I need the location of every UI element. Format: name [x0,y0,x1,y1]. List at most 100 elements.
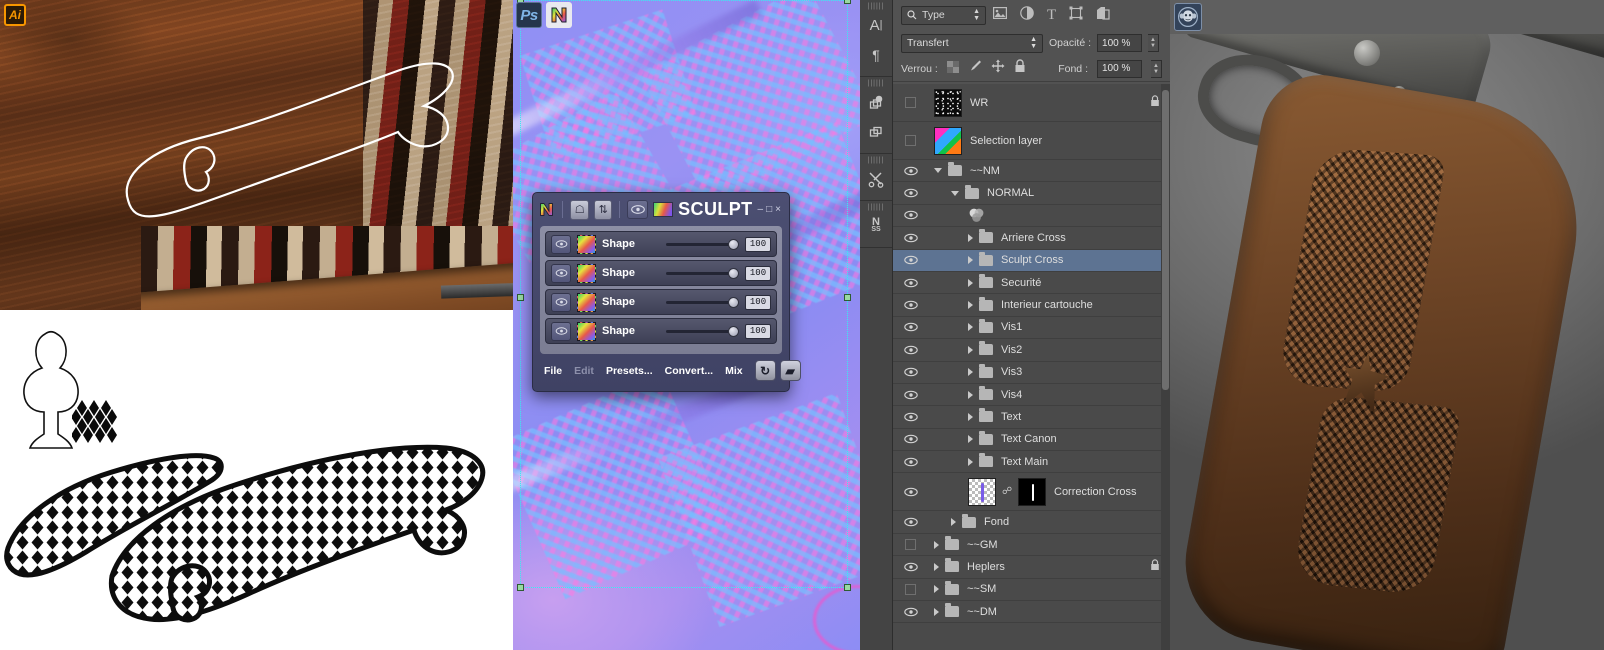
layer-content[interactable] [968,318,993,333]
layer-thumbnail[interactable] [934,88,962,117]
slider-knob[interactable] [728,296,739,308]
layer-row[interactable]: WR [893,84,1170,122]
layer-content[interactable]: ☍ [968,477,1046,506]
checkered-grip-artwork[interactable] [0,430,513,650]
layer-row[interactable]: Vis2 [893,339,1170,362]
shape-row[interactable]: Shape 100 [545,289,777,315]
layer-row[interactable]: ~~DM [893,601,1170,624]
layer-row[interactable]: ~~SM [893,579,1170,602]
layer-disclosure-triangle[interactable] [934,585,939,594]
layer-row[interactable]: NORMAL [893,182,1170,205]
sculpt-title-bar[interactable]: ☖ ⇅ SCULPT – □ × [533,193,789,226]
layer-visibility-toggle[interactable] [893,210,928,220]
duplicate-icon[interactable] [860,117,892,147]
layer-content[interactable] [968,386,993,401]
layer-content[interactable] [951,513,976,528]
layer-content[interactable] [968,274,993,289]
adjustment-layer-icon[interactable] [968,207,985,224]
layer-mask-link-icon[interactable]: ☍ [1002,486,1012,497]
fill-stepper[interactable]: ▲ ▼ [1151,59,1162,78]
layer-lock-icon[interactable] [1150,559,1160,574]
all-lock-icon[interactable] [1014,59,1026,78]
layer-disclosure-triangle[interactable] [968,278,973,287]
layer-visibility-toggle[interactable] [893,434,928,444]
smartobject-filter-icon[interactable] [1096,6,1110,25]
layer-thumbnail[interactable] [934,126,962,155]
layer-disclosure-triangle[interactable] [968,390,973,399]
shape-visibility-icon[interactable] [551,321,571,341]
layer-visibility-toggle[interactable] [893,583,928,595]
layer-content[interactable] [968,229,993,244]
scissors-icon[interactable] [860,164,892,194]
rail-grip[interactable]: |||||| [860,157,892,164]
layers-scrollbar-thumb[interactable] [1162,90,1169,390]
shape-filter-icon[interactable] [1069,6,1083,25]
layers-list[interactable]: WR Selection layer ~~NM NORMAL Arriere Cross… [893,84,1170,650]
layer-disclosure-triangle[interactable] [968,301,973,310]
layer-mask-thumbnail[interactable] [1018,477,1046,506]
rail-grip[interactable]: |||||| [860,3,892,10]
layer-disclosure-triangle[interactable] [951,518,956,527]
layer-row[interactable]: Selection layer [893,122,1170,160]
layer-visibility-toggle[interactable] [893,97,928,108]
layer-row[interactable]: Text Canon [893,429,1170,452]
layer-row[interactable]: ~~NM [893,160,1170,183]
slider-knob[interactable] [728,267,739,279]
sculpt-menu-file[interactable]: File [544,365,562,377]
visibility-off-box[interactable] [905,135,916,146]
type-filter-icon[interactable]: T [1047,7,1056,24]
layer-content[interactable] [968,430,993,445]
layer-visibility-toggle[interactable] [893,539,928,551]
chevron-updown-icon[interactable]: ▲ ▼ [973,8,980,22]
layer-visibility-toggle[interactable] [893,390,928,400]
layer-content[interactable] [968,341,993,356]
layer-visibility-toggle[interactable] [893,487,928,497]
shape-visibility-icon[interactable] [551,234,571,254]
shape-thumbnail[interactable] [577,234,596,254]
layer-disclosure-triangle[interactable] [968,256,973,265]
layer-row[interactable]: Interieur cartouche [893,294,1170,317]
layer-visibility-toggle[interactable] [893,135,928,146]
layer-content[interactable] [934,558,959,573]
blend-mode-select[interactable]: Transfert ▲ ▼ [901,33,1043,53]
layer-content[interactable] [968,207,985,224]
ndo-sculpt-panel[interactable]: ☖ ⇅ SCULPT – □ × Shape 100 Shape 100 Sha… [532,192,801,392]
shape-opacity-slider[interactable] [666,295,739,309]
layer-content[interactable] [968,251,993,266]
layer-disclosure-triangle[interactable] [968,368,973,377]
layer-row[interactable]: Text Main [893,451,1170,474]
shape-visibility-icon[interactable] [551,263,571,283]
shape-opacity-slider[interactable] [666,266,739,280]
layer-filter-type-select[interactable]: Type ▲ ▼ [901,5,986,25]
layer-row[interactable]: Vis4 [893,384,1170,407]
shape-opacity-slider[interactable] [666,324,739,338]
marmoset-viewport[interactable] [1170,0,1604,650]
sculpt-menu-mix[interactable]: Mix [725,365,743,377]
layer-visibility-toggle[interactable] [893,562,928,572]
layer-content[interactable] [934,126,962,155]
layer-row[interactable]: ☍ Correction Cross [893,473,1170,512]
layer-lock-icon[interactable] [1150,95,1160,110]
marmoset-toolbar[interactable] [1170,0,1604,34]
photoshop-layers-panel[interactable]: |||||| A | ¶ |||||| |||||| |||||| N SS T… [860,0,1170,650]
slider-knob[interactable] [728,238,739,250]
layer-comps-icon[interactable] [860,87,892,117]
character-panel-icon[interactable]: A | [860,10,892,40]
shape-value-field[interactable]: 100 [745,323,771,339]
shape-value-field[interactable]: 100 [745,236,771,252]
shape-visibility-icon[interactable] [551,292,571,312]
layer-row[interactable] [893,205,1170,228]
layer-disclosure-triangle[interactable] [968,345,973,354]
sculpt-menu-presets[interactable]: Presets... [606,365,653,377]
layer-disclosure-triangle[interactable] [934,540,939,549]
layer-content[interactable] [934,536,959,551]
maximize-icon[interactable]: □ [766,204,772,215]
shape-value-field[interactable]: 100 [745,294,771,310]
panel-dock-rail[interactable]: |||||| A | ¶ |||||| |||||| |||||| N SS [860,0,893,650]
paragraph-panel-icon[interactable]: ¶ [860,40,892,70]
paint-lock-icon[interactable] [968,59,982,78]
sculpt-color-swatch[interactable] [652,202,674,217]
shape-thumbnail[interactable] [577,292,596,312]
layer-visibility-toggle[interactable] [893,367,928,377]
layer-disclosure-triangle[interactable] [934,562,939,571]
